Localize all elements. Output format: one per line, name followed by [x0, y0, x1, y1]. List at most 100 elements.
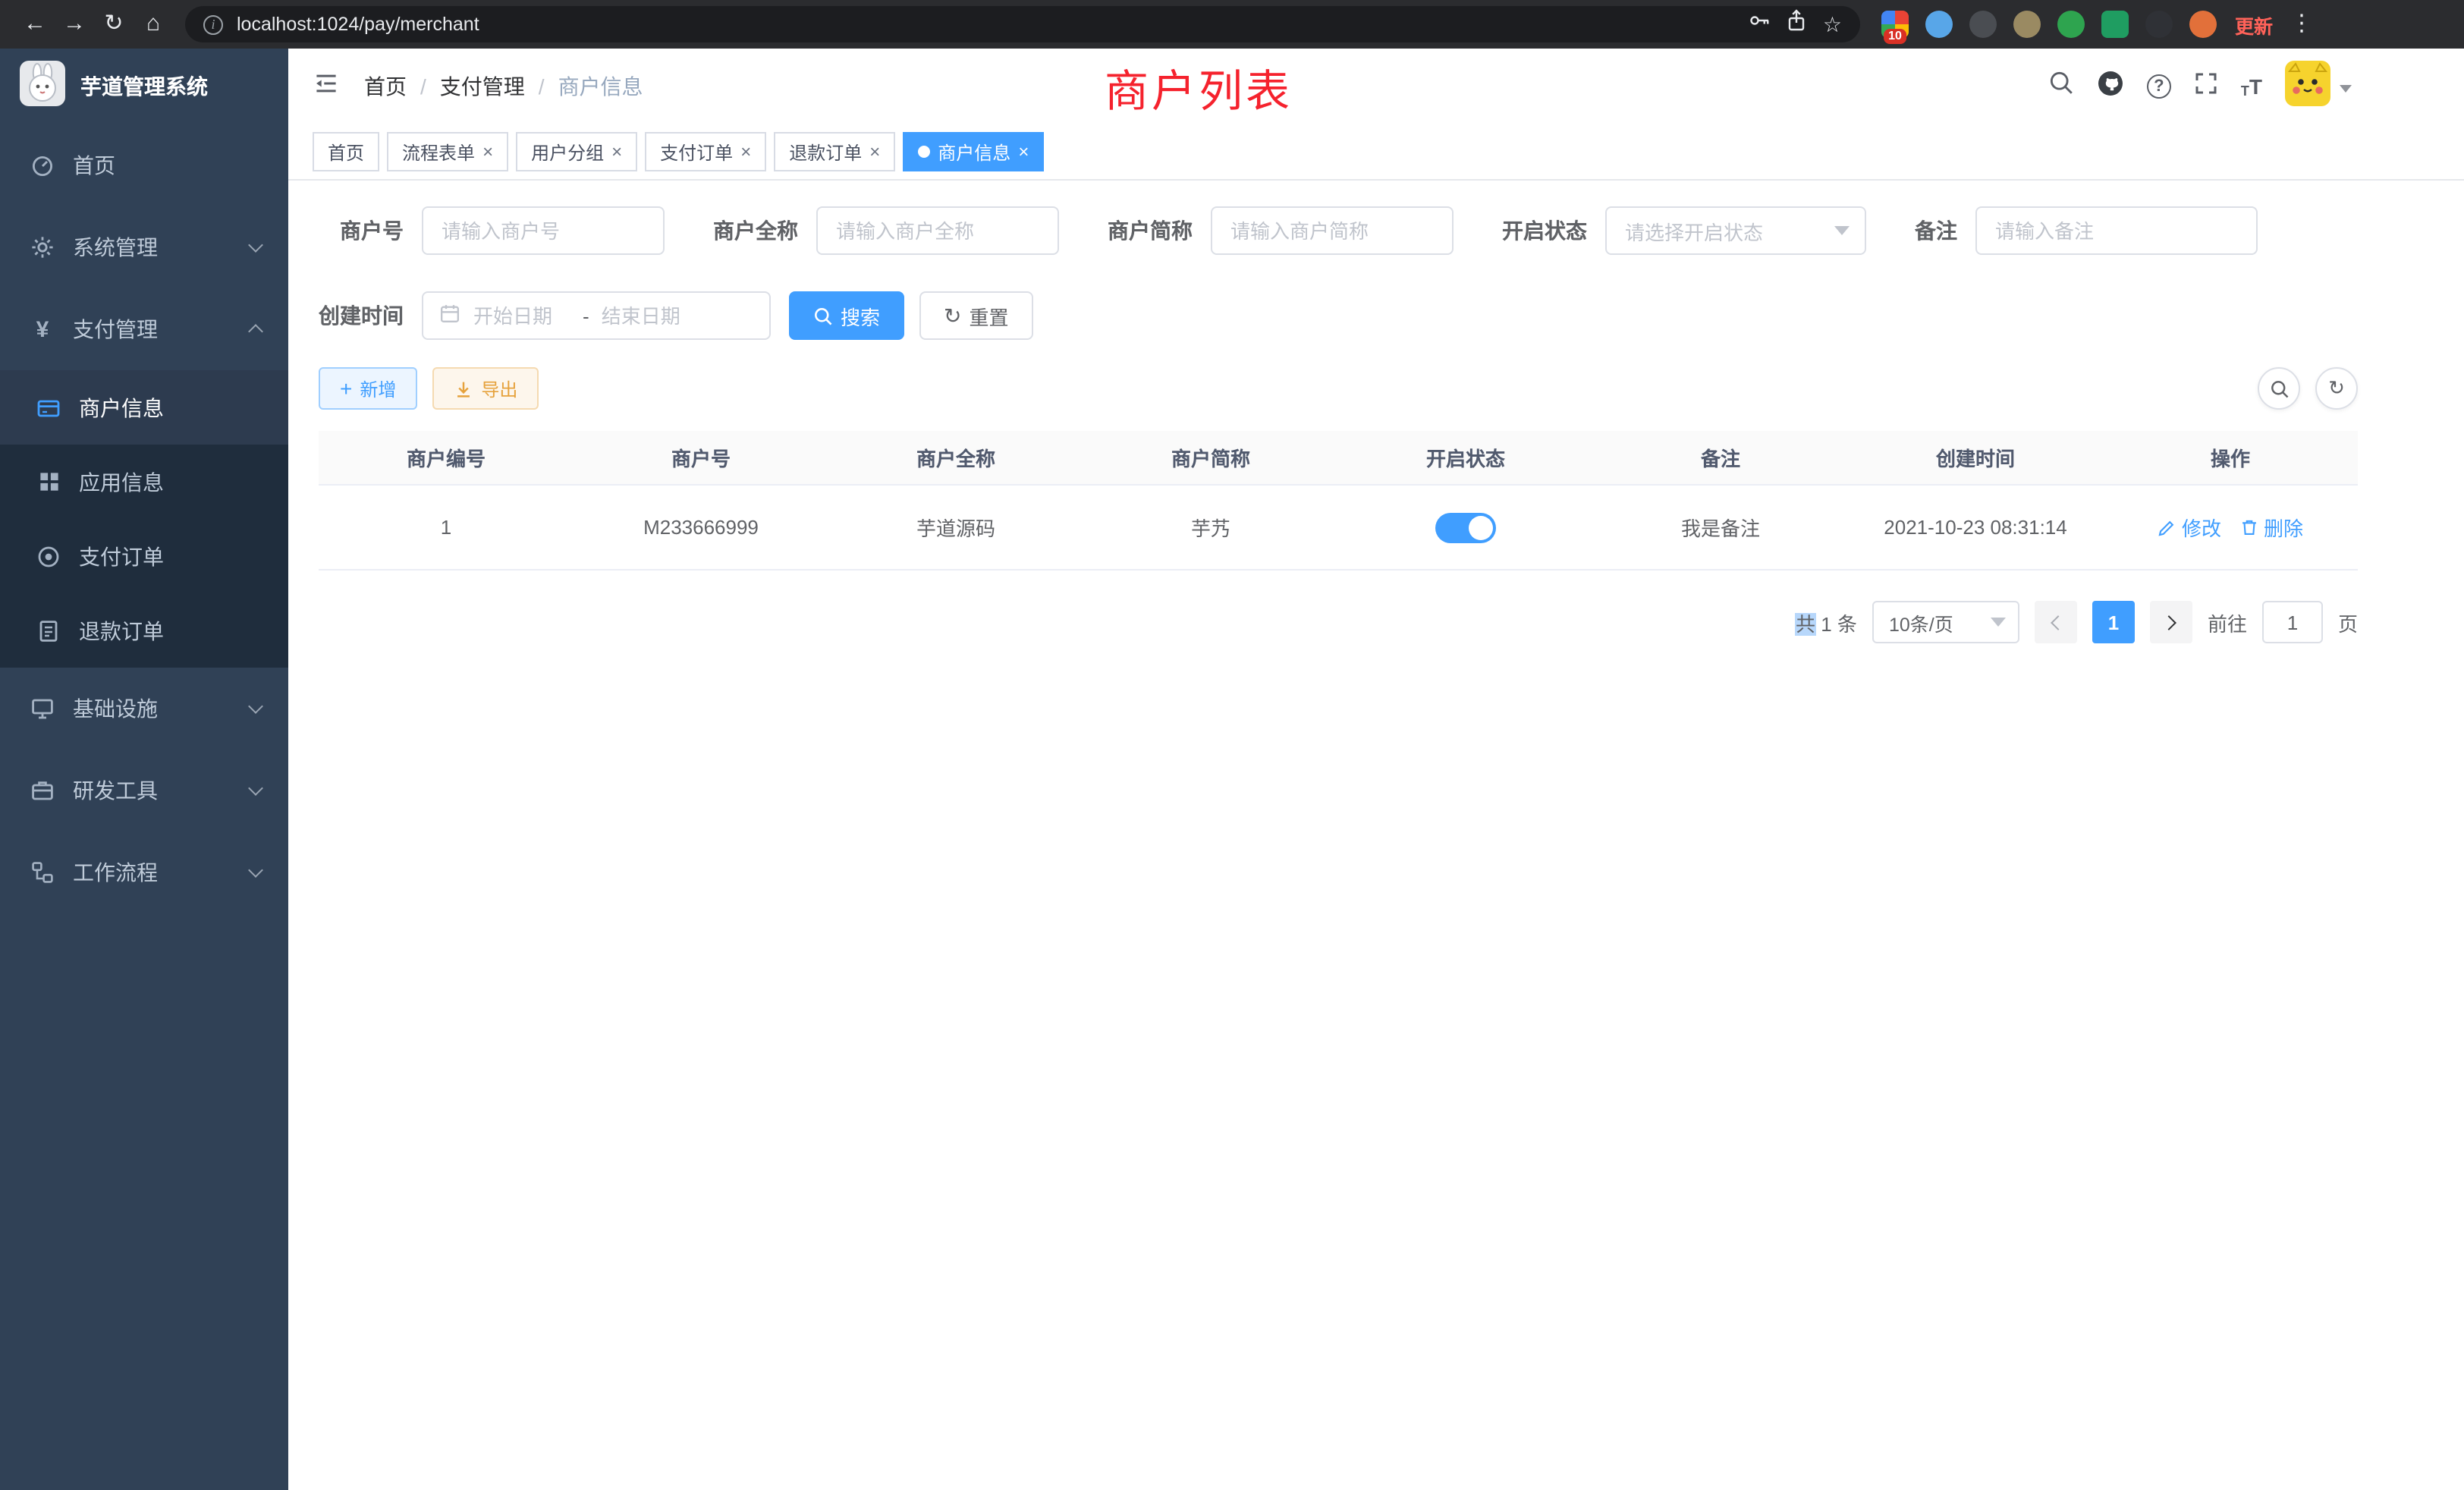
top-navbar: 首页 / 支付管理 / 商户信息 商户列表 ? TT — [288, 49, 2464, 124]
sidebar-item-infra[interactable]: 基础设施 — [0, 668, 288, 750]
tab-label: 流程表单 — [402, 139, 475, 165]
browser-menu-icon[interactable]: ⋮ — [2282, 0, 2321, 49]
reset-button[interactable]: ↻ 重置 — [919, 291, 1033, 340]
search-icon[interactable] — [2048, 70, 2074, 103]
sidebar-item-app-info[interactable]: 应用信息 — [0, 445, 288, 519]
close-icon[interactable]: × — [740, 143, 751, 161]
close-icon[interactable]: × — [869, 143, 880, 161]
extension-profile-icon[interactable] — [2189, 11, 2217, 38]
page-annotation: 商户列表 — [1105, 56, 1293, 120]
tab-label: 支付订单 — [660, 139, 733, 165]
status-select[interactable]: 请选择开启状态 — [1605, 206, 1866, 255]
next-page-button[interactable] — [2150, 601, 2192, 643]
refresh-table-button[interactable]: ↻ — [2315, 367, 2358, 410]
bookmark-star-icon[interactable]: ☆ — [1823, 0, 1842, 49]
sidebar-collapse-icon[interactable] — [313, 69, 340, 104]
sidebar-item-home[interactable]: 首页 — [0, 124, 288, 206]
extension-green-circle-icon[interactable] — [2057, 11, 2085, 38]
sidebar-item-dev-tools[interactable]: 研发工具 — [0, 750, 288, 831]
sidebar-item-workflow[interactable]: 工作流程 — [0, 831, 288, 913]
extension-grid-icon[interactable]: 10 — [1881, 11, 1909, 38]
create-time-label: 创建时间 — [319, 300, 404, 331]
tags-view-bar: 首页 流程表单 × 用户分组 × 支付订单 × 退款订单 × 商户信息 × — [288, 124, 2464, 181]
sidebar-item-system[interactable]: 系统管理 — [0, 206, 288, 288]
tab-user-group[interactable]: 用户分组 × — [516, 132, 637, 171]
chevron-up-icon — [248, 324, 263, 339]
help-icon[interactable]: ? — [2147, 74, 2171, 99]
pagination-total: 共 1 条 — [1796, 608, 1857, 637]
page-1-button[interactable]: 1 — [2092, 601, 2135, 643]
cell-create-time: 2021-10-23 08:31:14 — [1848, 516, 2103, 539]
export-button-label: 导出 — [481, 376, 517, 401]
extension-blue-icon[interactable] — [1925, 11, 1953, 38]
tab-label: 用户分组 — [531, 139, 604, 165]
screen: ← → ↻ ⌂ i localhost:1024/pay/merchant ☆ … — [0, 0, 2464, 1490]
cell-short-name: 芋艿 — [1083, 513, 1338, 542]
tab-refund-order[interactable]: 退款订单 × — [774, 132, 895, 171]
goto-page-input[interactable] — [2262, 601, 2323, 643]
sidebar-item-refund-order[interactable]: 退款订单 — [0, 593, 288, 668]
date-start-input[interactable] — [473, 304, 570, 327]
password-key-icon[interactable] — [1749, 9, 1771, 39]
reset-button-label: 重置 — [970, 301, 1009, 330]
chevron-left-icon — [2051, 615, 2066, 630]
reload-icon[interactable]: ↻ — [94, 0, 134, 49]
edit-link-label: 修改 — [2182, 513, 2221, 542]
close-icon[interactable]: × — [482, 143, 493, 161]
plus-icon: + — [340, 378, 352, 399]
cell-merchant-id: 1 — [319, 516, 574, 539]
delete-link-label: 删除 — [2264, 513, 2303, 542]
tab-home[interactable]: 首页 — [313, 132, 379, 171]
merchant-short-input[interactable] — [1211, 206, 1454, 255]
date-end-input[interactable] — [602, 304, 699, 327]
back-icon[interactable]: ← — [15, 0, 55, 49]
sidebar-item-payment[interactable]: ¥ 支付管理 — [0, 288, 288, 370]
browser-update-button[interactable]: 更新 — [2235, 10, 2273, 39]
calendar-icon — [438, 302, 461, 329]
delete-link[interactable]: 删除 — [2239, 513, 2303, 542]
fullscreen-icon[interactable] — [2194, 71, 2218, 102]
cell-merchant-no: M233666999 — [574, 516, 828, 539]
add-button[interactable]: + 新增 — [319, 367, 417, 410]
share-icon[interactable] — [1787, 9, 1808, 39]
sidebar-item-pay-order[interactable]: 支付订单 — [0, 519, 288, 593]
search-button[interactable]: 搜索 — [789, 291, 904, 340]
date-range-picker[interactable]: - — [422, 291, 771, 340]
goto-label: 前往 — [2208, 608, 2247, 637]
home-icon[interactable]: ⌂ — [134, 0, 173, 49]
user-avatar-menu[interactable] — [2285, 60, 2352, 113]
prev-page-button[interactable] — [2035, 601, 2077, 643]
toggle-search-button[interactable] — [2258, 367, 2300, 410]
edit-link[interactable]: 修改 — [2158, 513, 2221, 542]
app-logo-row[interactable]: 芋道管理系统 — [0, 49, 288, 124]
github-icon[interactable] — [2097, 69, 2124, 104]
export-button[interactable]: 导出 — [432, 367, 539, 410]
app-logo-rabbit — [20, 60, 65, 113]
remark-label: 备注 — [1915, 215, 1957, 246]
avatar[interactable] — [2285, 60, 2330, 113]
address-bar[interactable]: i localhost:1024/pay/merchant ☆ — [185, 6, 1860, 42]
tab-process-form[interactable]: 流程表单 × — [387, 132, 508, 171]
extension-dark-icon[interactable] — [1969, 11, 1997, 38]
breadcrumb-home[interactable]: 首页 — [364, 71, 407, 102]
page-size-select[interactable]: 10条/页 — [1872, 601, 2019, 643]
sidebar-item-merchant-info[interactable]: 商户信息 — [0, 370, 288, 445]
add-button-label: 新增 — [360, 376, 396, 401]
gear-icon — [30, 235, 55, 259]
close-icon[interactable]: × — [1018, 143, 1029, 161]
merchant-name-input[interactable] — [816, 206, 1059, 255]
extension-green-square-icon[interactable] — [2101, 11, 2129, 38]
site-info-icon[interactable]: i — [203, 14, 223, 34]
url-text: localhost:1024/pay/merchant — [237, 14, 1749, 35]
extension-paw-icon[interactable] — [2145, 11, 2173, 38]
merchant-no-input[interactable] — [422, 206, 665, 255]
tab-pay-order[interactable]: 支付订单 × — [645, 132, 766, 171]
close-icon[interactable]: × — [611, 143, 622, 161]
remark-input[interactable] — [1975, 206, 2258, 255]
extension-avatar-icon[interactable] — [2013, 11, 2041, 38]
monitor-icon — [30, 696, 55, 721]
tab-merchant-info[interactable]: 商户信息 × — [903, 132, 1044, 171]
forward-icon[interactable]: → — [55, 0, 94, 49]
font-size-icon[interactable]: TT — [2241, 74, 2262, 99]
status-toggle[interactable] — [1435, 512, 1496, 542]
